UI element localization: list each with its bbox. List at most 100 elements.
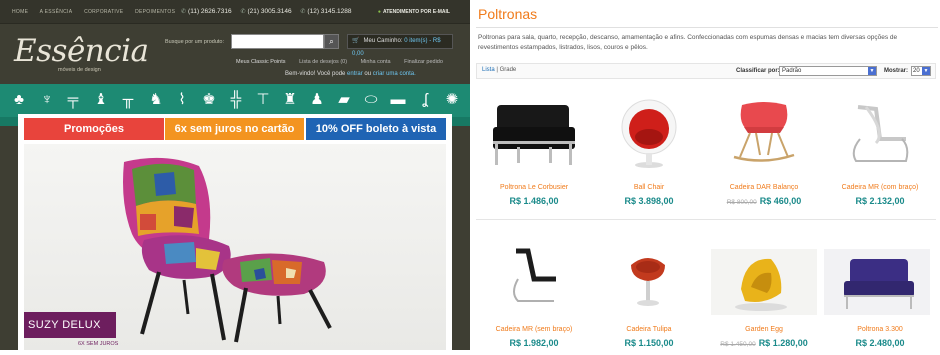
product-price-value: R$ 1.280,00 <box>758 338 808 348</box>
nav-corporate-link[interactable]: CORPORATIVE <box>84 9 123 15</box>
category-listing: Poltronas Poltronas para sala, quarto, r… <box>470 0 940 350</box>
phone-numbers: ✆ (11) 2626.7316 ✆ (21) 3005.3146 ✆ (12) 31… <box>181 8 359 15</box>
person-icon: ● <box>377 9 381 15</box>
product-name[interactable]: Cadeira MR (com braço) <box>824 184 936 191</box>
sort-label: Classificar por: <box>736 68 780 74</box>
product-card[interactable]: Cadeira MR (sem braço) R$ 1.982,00 <box>478 225 590 350</box>
view-list-link[interactable]: Lista <box>482 67 495 73</box>
trophy-icon[interactable]: ♚ <box>198 90 220 110</box>
mr-armchair-image <box>852 105 909 162</box>
category-description: Poltronas para sala, quarto, recepção, d… <box>478 34 898 51</box>
cushion-icon[interactable]: ▰ <box>333 90 355 110</box>
view-separator: | <box>496 67 498 73</box>
store-homepage: HOME A ESSÊNCIA CORPORATIVE DEPOIMENTOS … <box>0 0 470 350</box>
promotions-banner[interactable]: Promoções <box>24 118 164 140</box>
product-price-value: R$ 2.132,00 <box>855 196 905 206</box>
product-name[interactable]: Poltrona 3.300 <box>824 326 936 333</box>
hero-product-subtitle: 6X SEM JUROS <box>78 341 119 347</box>
phone-icon: ✆ <box>240 9 246 15</box>
stool-icon[interactable]: ╥ <box>117 90 139 110</box>
category-bar: ♣ ♆ ╤ ♝ ╥ ♞ ⌇ ♚ ╬ ⊤ ♜ ♟ ▰ ⬭ ▬ ʆ ✺ <box>0 84 470 117</box>
product-name[interactable]: Cadeira DAR Balanço <box>708 184 820 191</box>
product-name[interactable]: Garden Egg <box>708 326 820 333</box>
wishlist-link[interactable]: Lista de desejos (0) <box>299 59 347 65</box>
welcome-message: Bem-vindo! Você pode entrar ou criar uma… <box>285 71 416 77</box>
phone-icon: ✆ <box>181 9 187 15</box>
hook-icon[interactable]: ʆ <box>414 90 436 110</box>
product-name[interactable]: Ball Chair <box>593 184 705 191</box>
product-price: R$ 1.486,00 <box>478 196 590 206</box>
view-grid-link[interactable]: Grade <box>500 67 517 73</box>
phone-2: (21) 3005.3146 <box>247 8 292 15</box>
product-card[interactable]: Poltrona 3.300 R$ 2.480,00 <box>824 225 936 350</box>
hero-product-title[interactable]: SUZY DELUX <box>24 312 116 338</box>
table-icon[interactable]: ╤ <box>62 90 84 110</box>
discount-banner[interactable]: 10% OFF boleto à vista <box>306 118 446 140</box>
product-price-value: R$ 1.982,00 <box>509 338 559 348</box>
login-link[interactable]: entrar <box>347 71 363 77</box>
nav-home-link[interactable]: HOME <box>12 9 28 15</box>
product-price: R$ 2.132,00 <box>824 196 936 206</box>
product-card[interactable]: Cadeira Tulipa R$ 1.150,00 <box>593 225 705 350</box>
show-label: Mostrar: <box>884 68 909 74</box>
show-select-value: 20 <box>913 68 920 74</box>
search-button[interactable]: ⌕ <box>324 34 339 49</box>
lamp-icon[interactable]: ♣ <box>8 90 30 110</box>
product-name[interactable]: Poltrona Le Corbusier <box>478 184 590 191</box>
garden-egg-chair-image <box>711 249 817 315</box>
search-input[interactable] <box>231 34 324 49</box>
row-divider <box>476 219 936 220</box>
product-card[interactable]: Cadeira MR (com braço) R$ 2.132,00 <box>824 85 936 215</box>
chevron-down-icon: ▼ <box>922 67 930 75</box>
show-select[interactable]: 20 ▼ <box>911 66 931 76</box>
nav-testimonials-link[interactable]: DEPOIMENTOS <box>135 9 175 15</box>
phone-1: (11) 2626.7316 <box>188 8 232 15</box>
mr-chair-image <box>513 248 556 302</box>
view-mode-switcher: Lista | Grade <box>482 67 516 73</box>
product-price: R$ 1.982,00 <box>478 338 590 348</box>
chevron-down-icon: ▼ <box>868 67 876 75</box>
category-title: Poltronas <box>478 6 538 22</box>
installments-banner[interactable]: 6x sem juros no cartão <box>165 118 304 140</box>
sofa-chair-icon[interactable]: ♜ <box>279 90 301 110</box>
product-card[interactable]: Poltrona Le Corbusier R$ 1.486,00 <box>478 85 590 215</box>
classic-points-link[interactable]: Meus Classic Points <box>236 59 286 65</box>
lounger-icon[interactable]: ⌇ <box>171 90 193 110</box>
product-price-value: R$ 1.150,00 <box>624 338 674 348</box>
cart-summary[interactable]: 🛒 Meu Caminho: 0 item(s) - R$ 0,00 <box>347 34 453 57</box>
product-old-price: R$ 800,00 <box>726 199 757 206</box>
armchair-icon[interactable]: ♝ <box>90 90 112 110</box>
sort-select[interactable]: Padrão ▼ <box>779 66 877 76</box>
product-card[interactable]: Garden Egg R$ 1.450,00 R$ 1.280,00 <box>708 225 820 350</box>
chair-icon[interactable]: ♞ <box>145 90 167 110</box>
create-account-link[interactable]: criar uma conta. <box>373 71 416 77</box>
product-name[interactable]: Cadeira MR (sem braço) <box>478 326 590 333</box>
le-corbusier-chair-image <box>493 105 575 165</box>
title-divider <box>476 27 938 28</box>
product-price-value: R$ 2.480,00 <box>855 338 905 348</box>
dining-set-icon[interactable]: ╬ <box>225 90 247 110</box>
nav-about-link[interactable]: A ESSÊNCIA <box>40 9 73 15</box>
product-card[interactable]: Cadeira DAR Balanço R$ 800,00 R$ 460,00 <box>708 85 820 215</box>
logo-tagline: móveis de design <box>58 67 101 73</box>
product-price: R$ 1.450,00 R$ 1.280,00 <box>708 338 820 348</box>
product-price: R$ 1.150,00 <box>593 338 705 348</box>
checkout-link[interactable]: Finalizar pedido <box>404 59 443 65</box>
search-label: Busque por um produto: <box>165 39 225 45</box>
product-price: R$ 2.480,00 <box>824 338 936 348</box>
office-chair-icon[interactable]: ♟ <box>306 90 328 110</box>
product-card[interactable]: Ball Chair R$ 3.898,00 <box>593 85 705 215</box>
sun-icon[interactable]: ✺ <box>441 90 463 110</box>
round-table-icon[interactable]: ⊤ <box>252 90 274 110</box>
cart-icon: 🛒 <box>352 38 360 44</box>
chandelier-icon[interactable]: ♆ <box>36 90 58 110</box>
rug-icon[interactable]: ⬭ <box>360 90 382 110</box>
email-contact-link[interactable]: ● ATENDIMENTO POR E-MAIL <box>378 9 450 15</box>
sort-select-value: Padrão <box>782 68 802 74</box>
sofa-icon[interactable]: ▬ <box>387 90 409 110</box>
my-account-link[interactable]: Minha conta <box>361 59 391 65</box>
store-logo[interactable]: Essência <box>14 33 149 69</box>
product-name[interactable]: Cadeira Tulipa <box>593 326 705 333</box>
product-price-value: R$ 3.898,00 <box>624 196 674 206</box>
top-navigation: HOME A ESSÊNCIA CORPORATIVE DEPOIMENTOS … <box>0 0 470 24</box>
